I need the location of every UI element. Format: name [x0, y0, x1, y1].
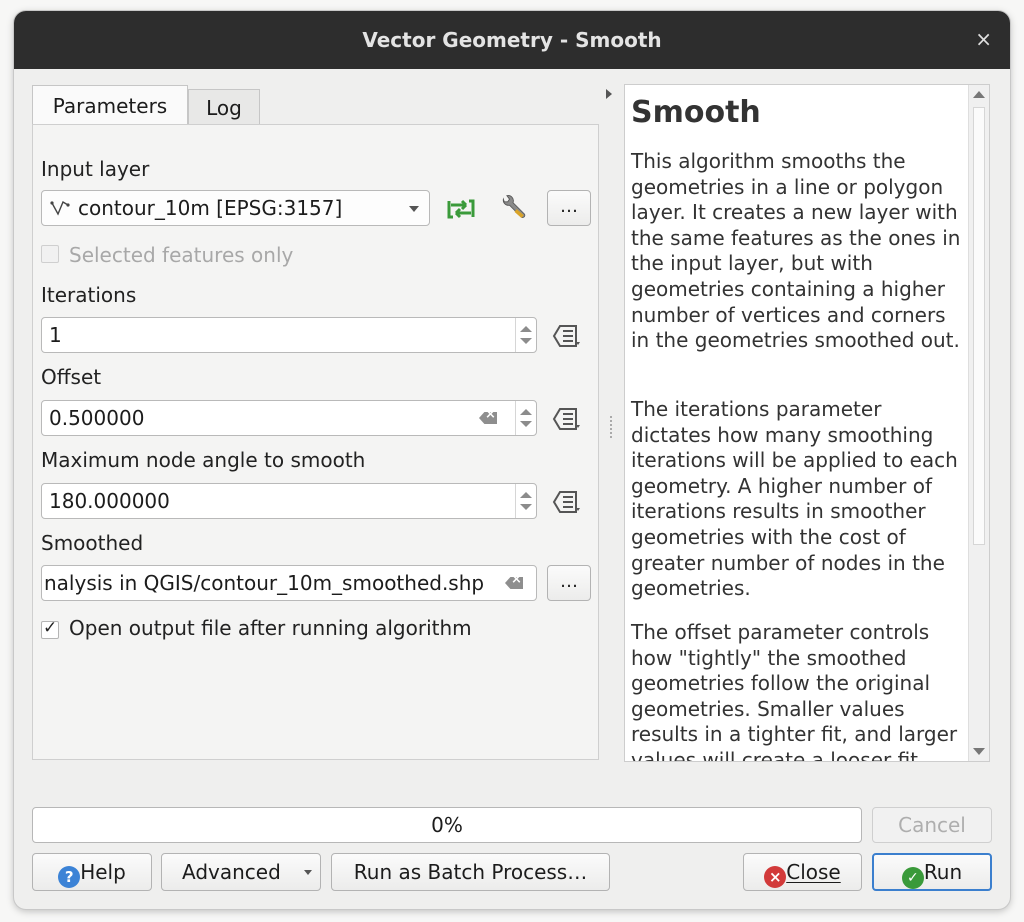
smoothed-output-input[interactable]: nalysis in QGIS/contour_10m_smoothed.shp — [41, 565, 537, 601]
help-icon: ? — [58, 866, 81, 888]
scrollbar-thumb[interactable] — [973, 107, 985, 545]
iterate-icon[interactable] — [444, 195, 478, 223]
help-scrollbar[interactable] — [968, 85, 989, 761]
run-button[interactable]: ✓ Run — [872, 853, 992, 891]
help-button-label: Help — [80, 860, 126, 884]
cancel-button[interactable]: Cancel — [872, 807, 992, 843]
iterations-stepper[interactable] — [515, 318, 537, 352]
offset-input[interactable]: 0.500000 — [41, 400, 537, 436]
chevron-down-icon — [409, 206, 419, 212]
parameters-panel: Input layer contour_10m [EPSG:3157] … Se… — [32, 124, 599, 760]
selected-features-label: Selected features only — [69, 243, 294, 267]
max-angle-input[interactable]: 180.000000 — [41, 483, 537, 519]
run-check-icon: ✓ — [901, 867, 924, 889]
splitter-handle[interactable] — [610, 416, 614, 438]
dialog-window: Vector Geometry - Smooth × Parameters Lo… — [14, 11, 1010, 909]
tab-parameters[interactable]: Parameters — [32, 85, 188, 125]
window-title: Vector Geometry - Smooth — [362, 28, 662, 52]
tab-log[interactable]: Log — [188, 89, 260, 125]
check-icon: ✓ — [43, 618, 58, 638]
open-output-checkbox[interactable]: ✓ — [41, 618, 59, 639]
open-output-label: Open output file after running algorithm — [69, 616, 472, 640]
max-angle-stepper[interactable] — [515, 484, 537, 518]
offset-stepper[interactable] — [515, 401, 537, 435]
scroll-down-icon[interactable] — [973, 748, 985, 755]
data-defined-override-icon[interactable] — [550, 405, 584, 433]
input-layer-options-button[interactable]: … — [547, 190, 591, 226]
close-circle-icon: × — [764, 866, 787, 888]
help-title: Smooth — [631, 95, 761, 130]
scroll-up-icon[interactable] — [973, 91, 985, 98]
max-angle-label: Maximum node angle to smooth — [41, 448, 366, 472]
chevron-down-icon — [304, 870, 312, 875]
help-paragraph: The iterations parameter dictates how ma… — [631, 397, 958, 601]
collapse-help-icon[interactable] — [606, 89, 612, 99]
wrench-icon[interactable] — [496, 193, 530, 221]
line-layer-icon — [50, 200, 70, 216]
offset-label: Offset — [41, 365, 102, 389]
input-layer-value: contour_10m [EPSG:3157] — [78, 196, 343, 220]
progress-label: 0% — [431, 813, 463, 837]
progress-bar: 0% — [32, 807, 862, 843]
iterations-input[interactable]: 1 — [41, 317, 537, 353]
title-bar[interactable]: Vector Geometry - Smooth × — [14, 11, 1010, 69]
selected-features-checkbox[interactable] — [41, 245, 59, 263]
help-paragraph: This algorithm smooths the geometries in… — [631, 149, 961, 353]
close-button[interactable]: × Close — [743, 853, 862, 891]
max-angle-value: 180.000000 — [49, 489, 170, 513]
data-defined-override-icon[interactable] — [550, 488, 584, 516]
help-panel: Smooth This algorithm smooths the geomet… — [624, 84, 990, 762]
close-button-label: Close — [786, 860, 841, 884]
offset-value: 0.500000 — [49, 406, 145, 430]
close-icon[interactable]: × — [975, 27, 992, 51]
advanced-button-label: Advanced — [182, 860, 281, 884]
batch-process-button[interactable]: Run as Batch Process… — [331, 853, 610, 891]
help-button[interactable]: ? Help — [32, 853, 152, 891]
smoothed-output-value: nalysis in QGIS/contour_10m_smoothed.shp — [44, 571, 485, 595]
input-layer-label: Input layer — [41, 157, 150, 181]
output-file-options-button[interactable]: … — [547, 565, 591, 601]
iterations-value: 1 — [49, 323, 62, 347]
advanced-button[interactable]: Advanced — [161, 853, 321, 891]
run-button-label: Run — [923, 860, 963, 884]
iterations-label: Iterations — [41, 283, 137, 307]
help-paragraph: The offset parameter controls how "tight… — [631, 620, 958, 762]
data-defined-override-icon[interactable] — [550, 322, 584, 350]
smoothed-label: Smoothed — [41, 531, 144, 555]
input-layer-combo[interactable]: contour_10m [EPSG:3157] — [41, 190, 430, 226]
